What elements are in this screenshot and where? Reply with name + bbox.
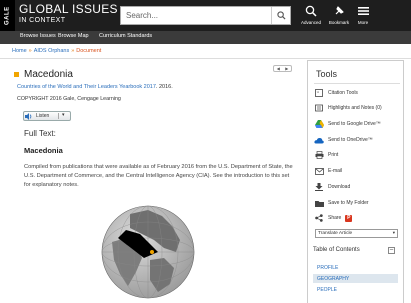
next-arrow-icon[interactable]: ▶ — [285, 66, 288, 71]
send-google-drive-label: Send to Google Drive™ — [328, 121, 381, 127]
toc-heading: Table of Contents — [313, 247, 360, 253]
gale-logo[interactable]: GALE — [0, 0, 15, 31]
nav-browse-map[interactable]: Browse Map — [58, 33, 89, 39]
translate-article-select[interactable]: Translate Article ▾ — [315, 229, 398, 238]
search-input[interactable] — [121, 7, 271, 24]
highlights-notes-item[interactable]: Highlights and Notes (0) — [314, 103, 382, 113]
bookmark-pin-icon — [335, 6, 344, 15]
google-drive-icon — [314, 119, 324, 129]
save-folder-item[interactable]: Save to My Folder — [314, 198, 369, 208]
more-menu-button[interactable]: More — [349, 4, 377, 25]
email-icon — [314, 166, 324, 176]
document-body: Compiled from publications that were ava… — [24, 164, 293, 188]
breadcrumb: Home» AIDS Orphans» Document — [12, 48, 101, 54]
share-item[interactable]: Share P — [314, 213, 353, 223]
divider — [0, 58, 411, 59]
folder-icon — [314, 198, 324, 208]
download-label: Download — [328, 184, 351, 190]
print-icon — [314, 150, 324, 160]
breadcrumb-parent[interactable]: AIDS Orphans — [34, 48, 69, 54]
search-box — [120, 6, 291, 25]
breadcrumb-home[interactable]: Home — [12, 48, 27, 54]
advanced-label: Advanced — [300, 20, 321, 25]
toc-item-profile[interactable]: PROFILE — [313, 263, 398, 272]
save-folder-label: Save to My Folder — [328, 200, 369, 206]
title-marker — [14, 72, 19, 77]
download-icon — [314, 182, 324, 192]
share-label: Share — [328, 215, 342, 221]
nav-browse-issues[interactable]: Browse Issues — [20, 33, 56, 39]
download-item[interactable]: Download — [314, 182, 350, 192]
toc-collapse-button[interactable]: – — [388, 247, 395, 254]
previous-arrow-icon[interactable]: ◀ — [277, 66, 280, 71]
more-label: More — [357, 20, 369, 25]
highlight-icon — [314, 103, 324, 113]
search-icon — [276, 11, 286, 20]
menu-icon — [357, 7, 369, 15]
top-header: GALE GLOBAL ISSUES IN CONTEXT Advanced B… — [0, 0, 411, 31]
translate-article-label: Translate Article — [318, 231, 353, 236]
product-brand[interactable]: GLOBAL ISSUES IN CONTEXT — [19, 3, 118, 26]
source-citation: Countries of the World and Their Leaders… — [17, 84, 173, 90]
document-pager: ◀ ▶ — [273, 65, 292, 72]
toc-item-geography[interactable]: GEOGRAPHY — [313, 274, 398, 283]
breadcrumb-separator: » — [28, 48, 32, 54]
search-icon — [305, 5, 317, 17]
divider — [314, 83, 400, 84]
advanced-search-button[interactable]: Advanced — [297, 4, 325, 25]
share-icon — [314, 213, 324, 223]
toc-item-people[interactable]: PEOPLE — [313, 285, 398, 294]
source-link[interactable]: Countries of the World and Their Leaders… — [17, 84, 156, 90]
listen-button[interactable]: Listen ▾ — [23, 111, 71, 121]
source-year: . 2016. — [155, 84, 173, 90]
print-item[interactable]: Print — [314, 150, 338, 160]
full-text-label: Full Text: — [24, 129, 56, 138]
pinterest-icon[interactable]: P — [345, 214, 353, 222]
sub-navigation: Browse Issues Browse Map Curriculum Stan… — [0, 31, 411, 44]
tools-heading: Tools — [316, 69, 338, 79]
chevron-down-icon[interactable]: ▾ — [62, 112, 65, 118]
copyright-text: COPYRIGHT 2016 Gale, Cengage Learning — [17, 96, 121, 102]
citation-tools-label: Citation Tools — [328, 90, 358, 96]
citation-icon: " — [314, 88, 324, 98]
highlights-notes-label: Highlights and Notes (0) — [328, 105, 382, 111]
email-label: E-mail — [328, 168, 343, 174]
document-header: Macedonia — [14, 69, 73, 80]
print-label: Print — [328, 152, 339, 158]
citation-tools-item[interactable]: " Citation Tools — [314, 88, 358, 98]
breadcrumb-current: Document — [76, 48, 102, 54]
send-onedrive-label: Send to OneDrive™ — [328, 137, 373, 143]
chevron-down-icon: ▾ — [392, 230, 395, 235]
send-google-drive-item[interactable]: Send to Google Drive™ — [314, 119, 381, 129]
divider — [58, 113, 59, 119]
brand-title: GLOBAL ISSUES — [19, 2, 118, 16]
brand-subtitle: IN CONTEXT — [19, 17, 66, 24]
search-button[interactable] — [271, 7, 290, 24]
globe-locator-map — [101, 205, 195, 299]
listen-label: Listen — [36, 113, 50, 119]
send-onedrive-item[interactable]: Send to OneDrive™ — [314, 135, 373, 145]
email-item[interactable]: E-mail — [314, 166, 342, 176]
onedrive-icon — [314, 135, 324, 145]
section-heading: Macedonia — [24, 146, 63, 155]
speaker-icon — [24, 112, 34, 120]
nav-curriculum-standards[interactable]: Curriculum Standards — [99, 33, 152, 39]
breadcrumb-separator: » — [71, 48, 75, 54]
document-title: Macedonia — [24, 69, 73, 80]
